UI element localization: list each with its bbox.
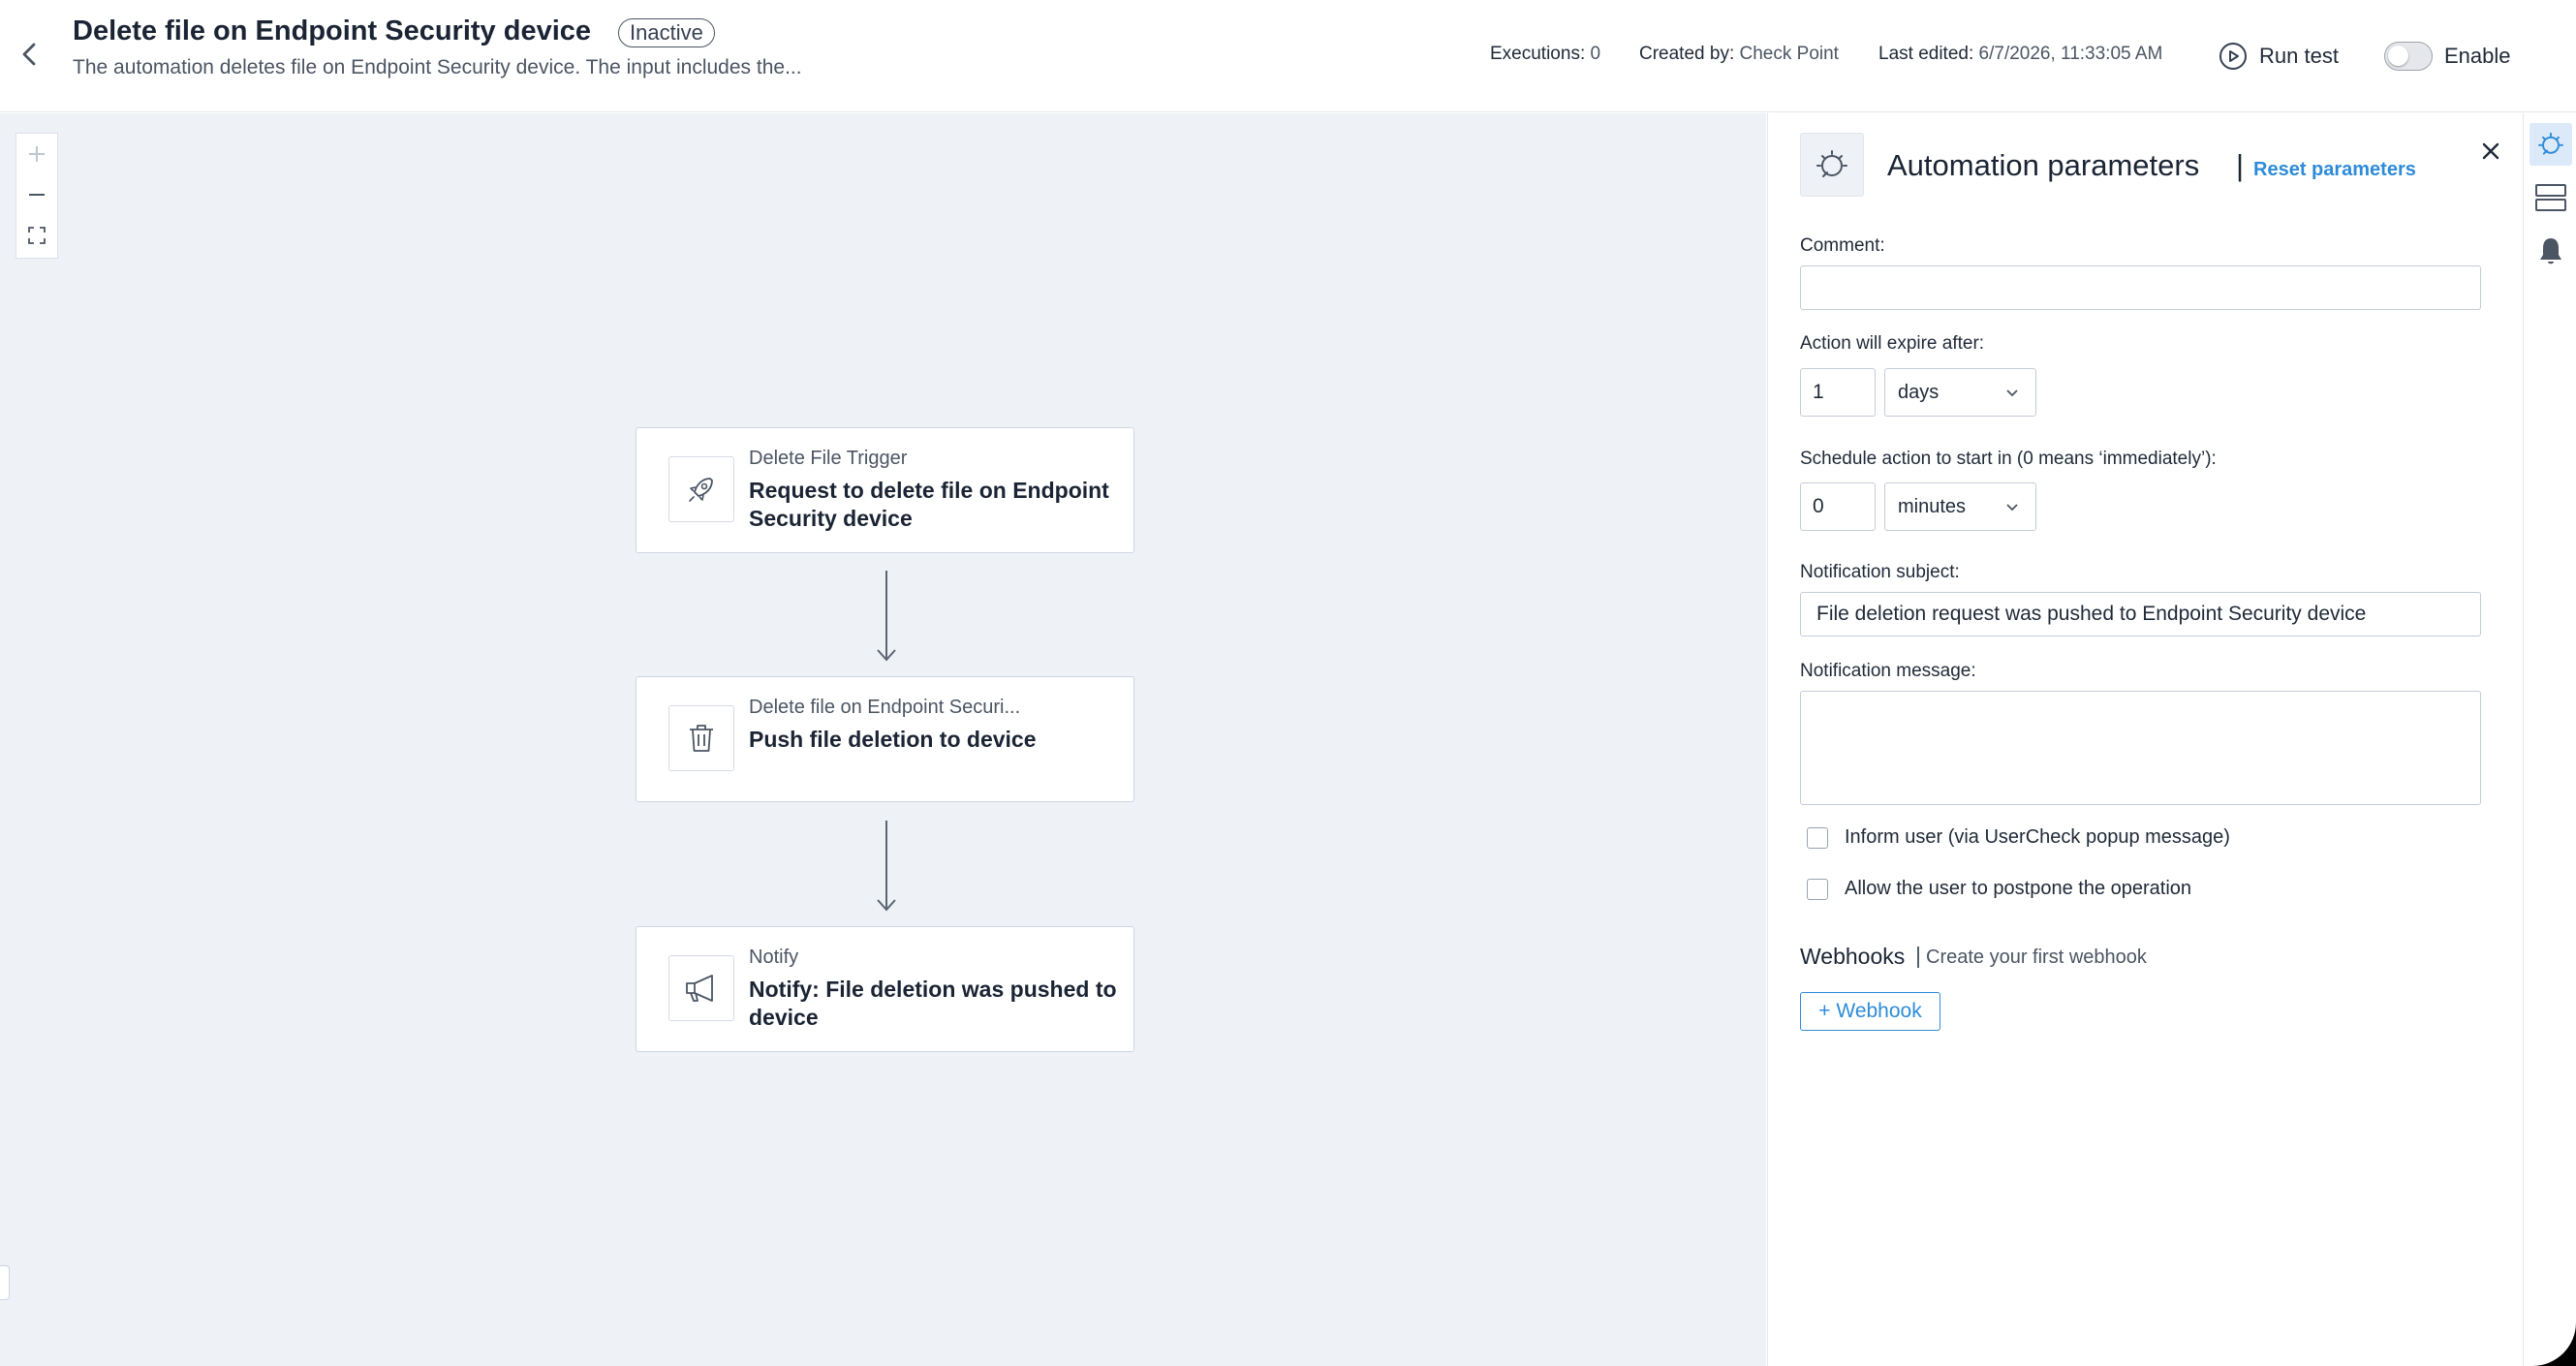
window-corner bbox=[2532, 1322, 2576, 1366]
zoom-in-button[interactable] bbox=[16, 134, 57, 174]
node-title: Push file deletion to device bbox=[749, 727, 1037, 752]
node-type: Delete file on Endpoint Securi... bbox=[749, 697, 1021, 718]
subject-field[interactable] bbox=[1800, 592, 2481, 636]
page-title: Delete file on Endpoint Security device bbox=[73, 16, 592, 47]
node-title: Request to delete file on Endpoint Secur… bbox=[749, 478, 1109, 531]
expire-label: Action will expire after: bbox=[1800, 333, 1985, 354]
postpone-label: Allow the user to postpone the operation bbox=[1845, 878, 2192, 899]
side-collapse-handle[interactable] bbox=[0, 1265, 10, 1300]
node-title: Notify: File deletion was pushed to devi… bbox=[749, 977, 1117, 1030]
comment-label: Comment: bbox=[1800, 235, 1885, 256]
panel-icon-box bbox=[1800, 133, 1864, 197]
last-edited-value: 6/7/2026, 11:33:05 AM bbox=[1978, 44, 2163, 64]
back-button[interactable] bbox=[16, 37, 45, 72]
close-icon bbox=[2482, 142, 2499, 160]
node-type: Delete File Trigger bbox=[749, 448, 908, 469]
layout-icon bbox=[2535, 184, 2566, 211]
subject-label: Notification subject: bbox=[1800, 562, 1960, 582]
automation-parameters-panel: Automation parameters | Reset parameters… bbox=[1767, 113, 2523, 1366]
schedule-value-field[interactable] bbox=[1800, 482, 1876, 531]
fit-screen-icon bbox=[28, 227, 46, 244]
schedule-unit-value: minutes bbox=[1898, 496, 1967, 517]
created-by-meta: Created by: Check Point bbox=[1639, 44, 1839, 65]
workflow-node-action[interactable]: Delete file on Endpoint Securi... Push f… bbox=[636, 676, 1134, 802]
create-webhook-link[interactable]: Create your first webhook bbox=[1926, 947, 2147, 969]
created-by-label: Created by: bbox=[1639, 44, 1735, 64]
status-badge: Inactive bbox=[618, 18, 715, 47]
page-subtitle: The automation deletes file on Endpoint … bbox=[73, 56, 802, 78]
comment-field[interactable] bbox=[1800, 265, 2481, 310]
automation-icon bbox=[2538, 132, 2563, 155]
toggle-knob bbox=[2388, 46, 2408, 66]
reset-parameters-link[interactable]: Reset parameters bbox=[2253, 159, 2416, 181]
play-circle-icon bbox=[2219, 43, 2247, 70]
rail-notifications-button[interactable] bbox=[2529, 230, 2572, 272]
trash-icon bbox=[690, 725, 713, 752]
message-field[interactable] bbox=[1800, 691, 2481, 805]
enable-label: Enable bbox=[2444, 44, 2511, 68]
node-type: Notify bbox=[749, 947, 799, 968]
executions-value: 0 bbox=[1590, 44, 1601, 64]
run-test-label: Run test bbox=[2259, 44, 2339, 68]
schedule-unit-select[interactable]: minutes bbox=[1884, 482, 2036, 531]
panel-title-separator: | bbox=[2236, 148, 2245, 182]
enable-toggle[interactable] bbox=[2384, 42, 2433, 71]
chevron-down-icon bbox=[2006, 504, 2018, 512]
executions-meta: Executions: 0 bbox=[1490, 44, 1600, 65]
zoom-out-button[interactable] bbox=[16, 174, 57, 215]
webhooks-title: Webhooks bbox=[1800, 944, 1906, 969]
add-webhook-button[interactable]: + Webhook bbox=[1800, 992, 1940, 1031]
rail-layout-button[interactable] bbox=[2529, 176, 2572, 219]
bell-icon bbox=[2540, 238, 2561, 264]
zoom-in-icon bbox=[29, 146, 45, 162]
inform-user-checkbox[interactable] bbox=[1807, 827, 1828, 849]
expire-unit-select[interactable]: days bbox=[1884, 368, 2036, 417]
node-icon-box bbox=[668, 955, 734, 1021]
header-bar: Delete file on Endpoint Security device … bbox=[0, 0, 2576, 112]
workflow-node-notify[interactable]: Notify Notify: File deletion was pushed … bbox=[636, 926, 1134, 1052]
message-label: Notification message: bbox=[1800, 661, 1976, 681]
chevron-left-icon bbox=[22, 43, 36, 66]
created-by-value: Check Point bbox=[1739, 44, 1839, 64]
workflow-canvas[interactable]: Delete File Trigger Request to delete fi… bbox=[0, 113, 1766, 1366]
zoom-out-icon bbox=[29, 194, 45, 196]
zoom-controls bbox=[16, 133, 58, 259]
rail-automation-button[interactable] bbox=[2529, 123, 2572, 166]
node-icon-box bbox=[668, 456, 734, 522]
workflow-node-trigger[interactable]: Delete File Trigger Request to delete fi… bbox=[636, 427, 1134, 553]
right-rail bbox=[2523, 113, 2576, 1366]
connector-arrow bbox=[877, 821, 896, 912]
close-panel-button[interactable] bbox=[2475, 136, 2506, 167]
fit-screen-button[interactable] bbox=[16, 215, 57, 256]
expire-unit-value: days bbox=[1898, 382, 1940, 403]
executions-label: Executions: bbox=[1490, 44, 1586, 64]
run-test-button[interactable]: Run test bbox=[2219, 39, 2339, 74]
last-edited-meta: Last edited: 6/7/2026, 11:33:05 AM bbox=[1878, 44, 2162, 65]
postpone-checkbox[interactable] bbox=[1807, 879, 1828, 900]
node-icon-box bbox=[668, 705, 734, 771]
webhooks-separator: | bbox=[1915, 943, 1921, 968]
inform-user-label: Inform user (via UserCheck popup message… bbox=[1845, 826, 2230, 848]
last-edited-label: Last edited: bbox=[1878, 44, 1974, 64]
expire-value-field[interactable] bbox=[1800, 368, 1876, 417]
connector-arrow bbox=[877, 571, 896, 662]
megaphone-icon bbox=[686, 975, 713, 1002]
panel-title: Automation parameters bbox=[1887, 148, 2200, 182]
rocket-icon bbox=[689, 478, 713, 502]
chevron-down-icon bbox=[2006, 389, 2018, 397]
automation-icon bbox=[1816, 150, 1847, 177]
schedule-label: Schedule action to start in (0 means ‘im… bbox=[1800, 449, 2217, 469]
